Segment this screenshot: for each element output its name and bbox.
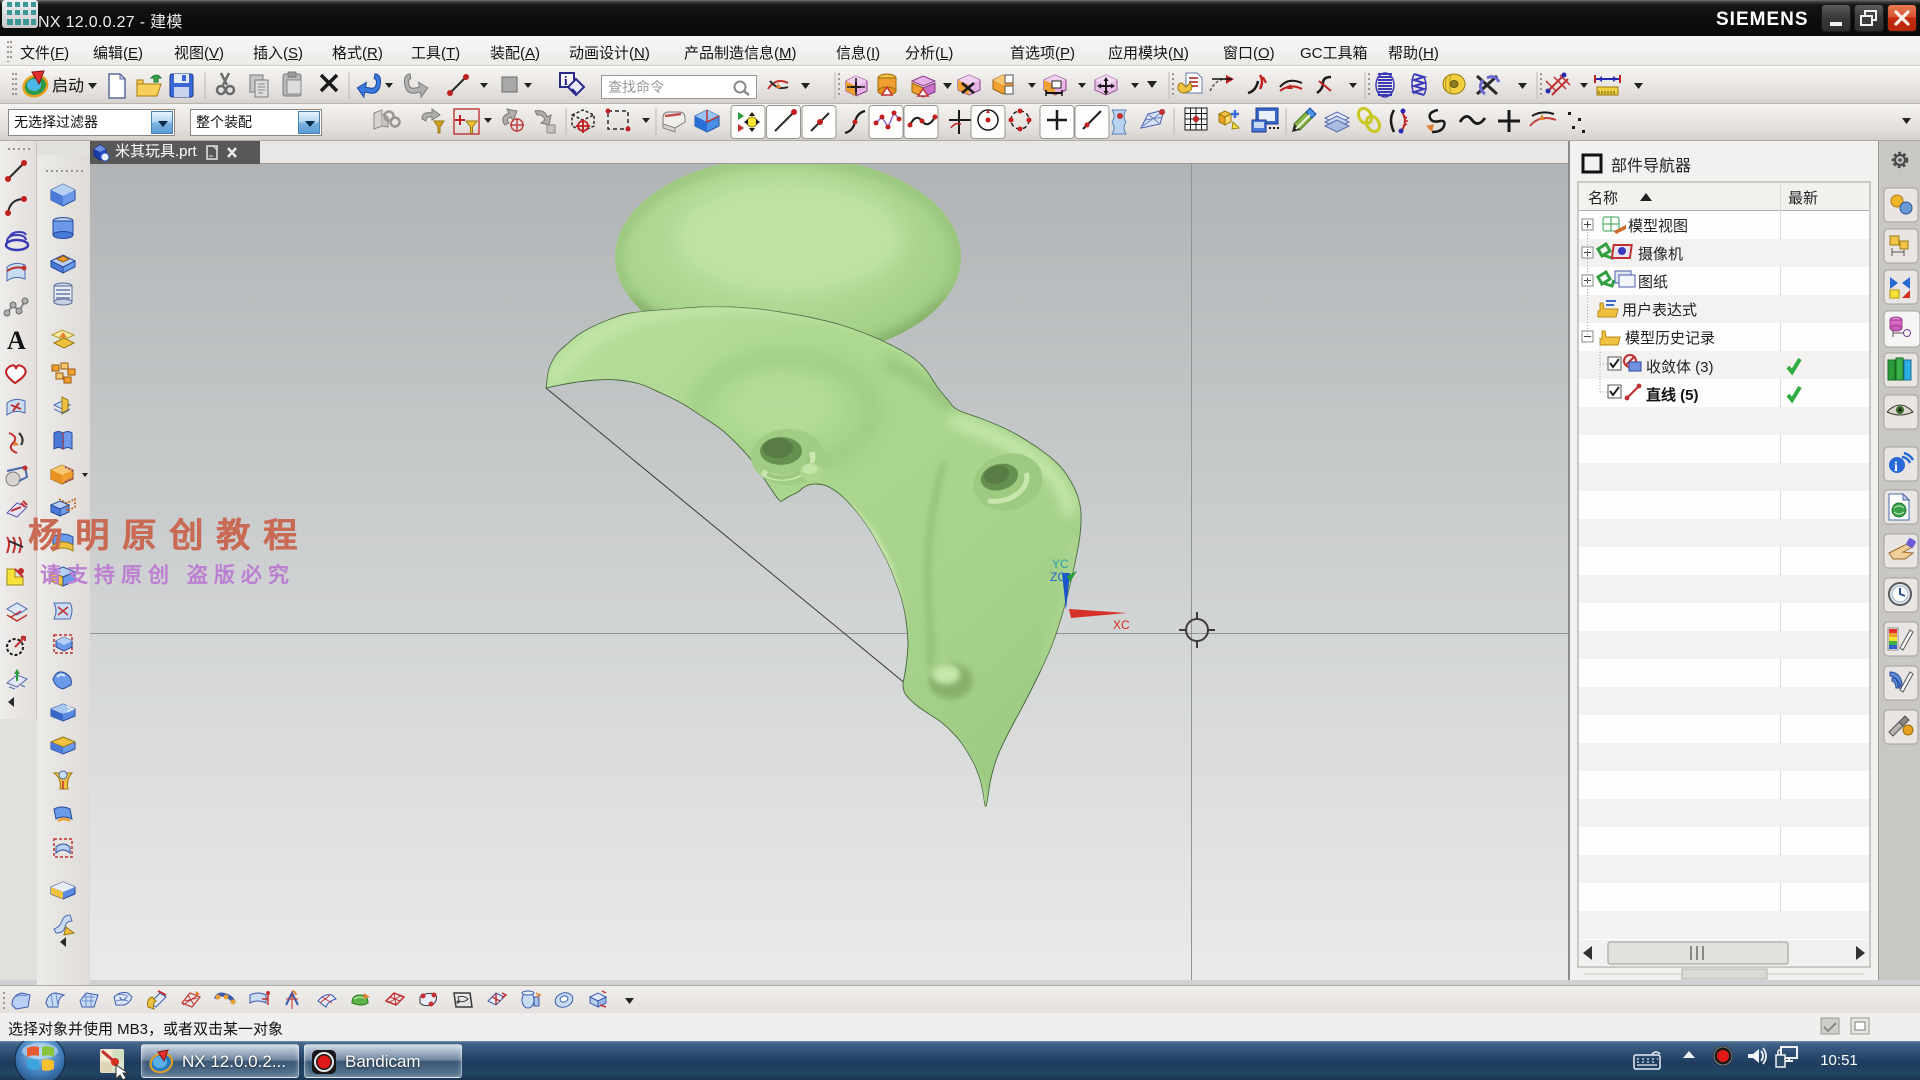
svg-text:图纸: 图纸 xyxy=(1638,274,1668,291)
svg-text:启动: 启动 xyxy=(52,77,84,95)
svg-text:模型视图: 模型视图 xyxy=(1628,218,1688,235)
svg-text:摄像机: 摄像机 xyxy=(1638,246,1683,263)
svg-text:直线 (5): 直线 (5) xyxy=(1646,386,1699,404)
svg-text:最新: 最新 xyxy=(1788,190,1818,207)
svg-text:收敛体 (3): 收敛体 (3) xyxy=(1646,359,1714,376)
svg-text:用户表达式: 用户表达式 xyxy=(1622,302,1697,319)
svg-text:部件导航器: 部件导航器 xyxy=(1611,157,1691,175)
svg-text:ZC: ZC xyxy=(1050,570,1066,584)
svg-text:名称: 名称 xyxy=(1588,190,1618,207)
svg-text:i: i xyxy=(564,73,568,88)
svg-text:i: i xyxy=(1894,460,1898,475)
svg-text:XC: XC xyxy=(1113,618,1130,632)
svg-text:A: A xyxy=(7,326,26,355)
svg-text:YC: YC xyxy=(1052,557,1069,571)
svg-text:模型历史记录: 模型历史记录 xyxy=(1625,330,1715,347)
